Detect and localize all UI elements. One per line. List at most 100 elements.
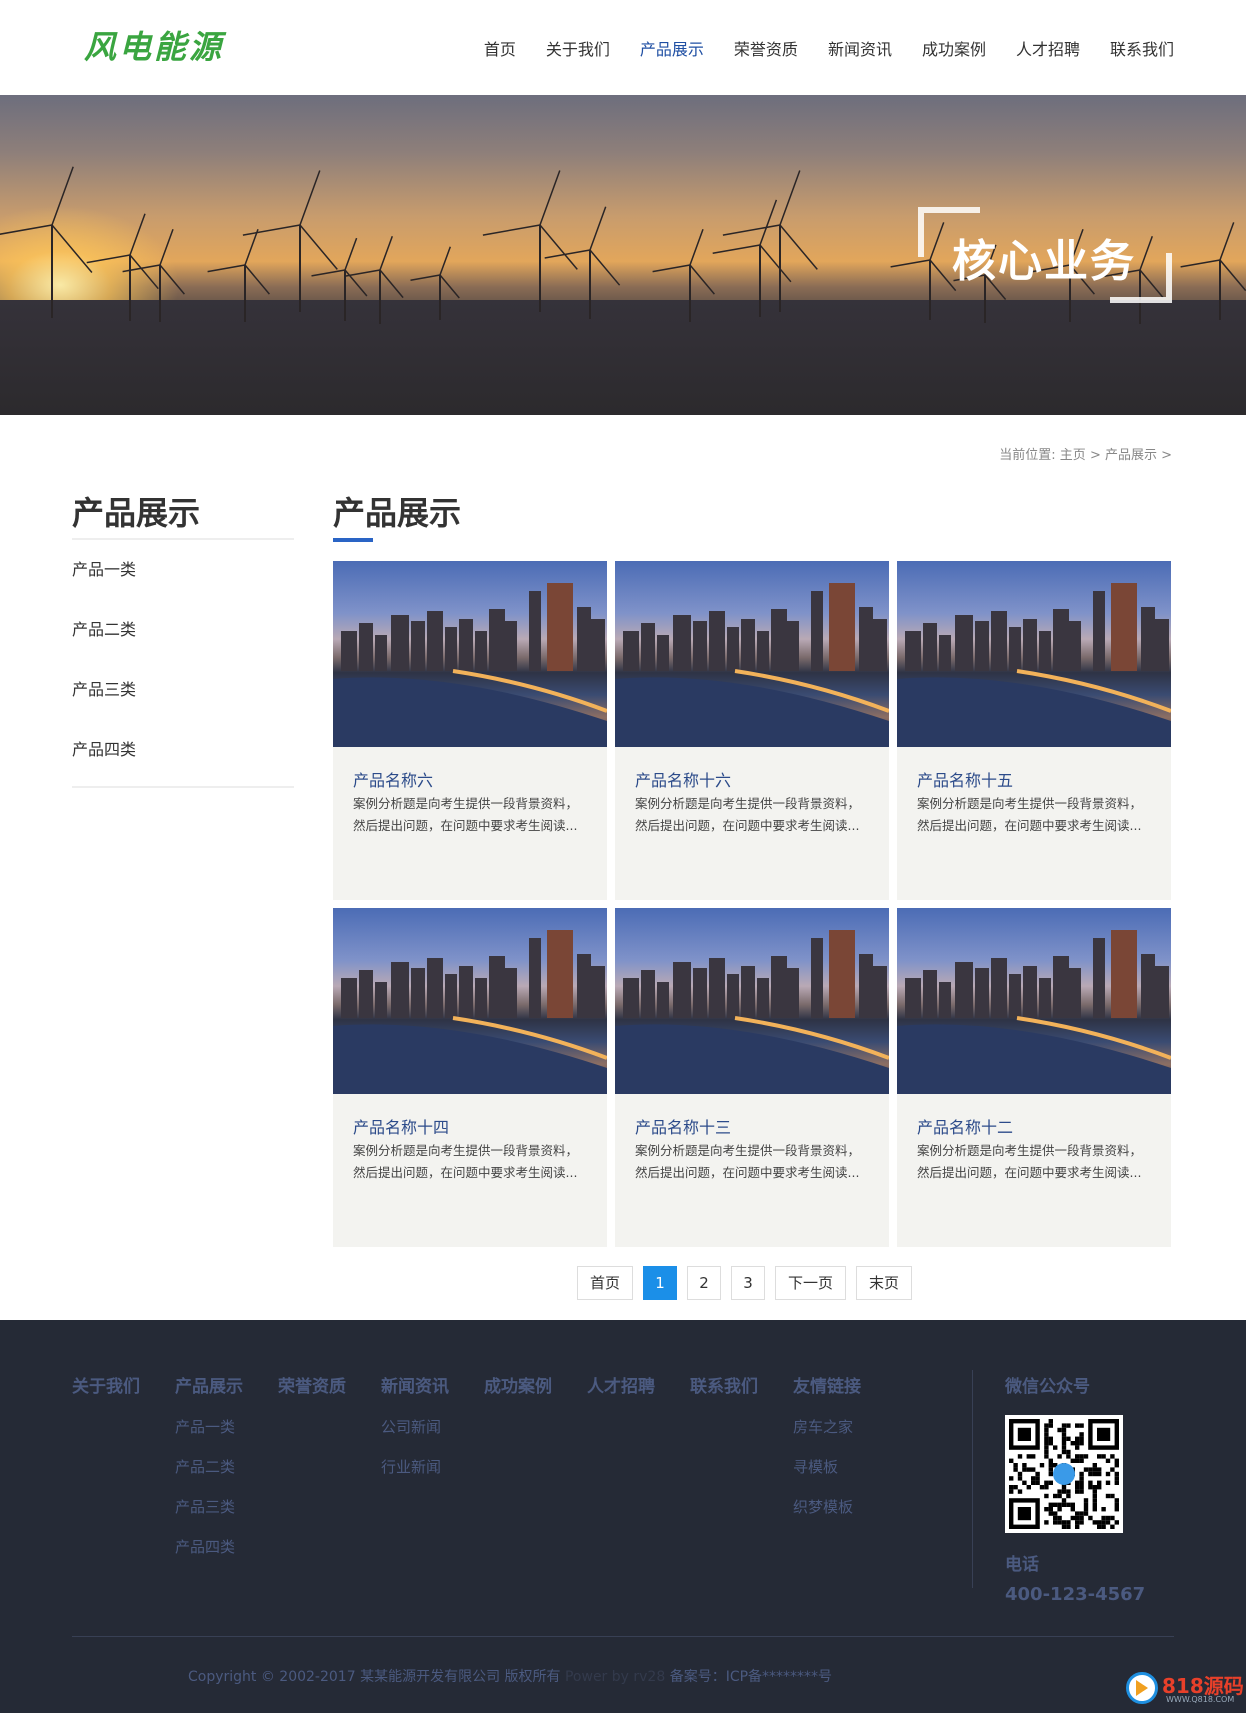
footer-heading[interactable]: 友情链接 <box>793 1372 861 1397</box>
product-card[interactable]: 产品名称十六 案例分析题是向考生提供一段背景资料， 然后提出问题，在问题中要求考生… <box>615 561 889 900</box>
page-title: 产品展示 <box>333 494 462 532</box>
footer-line <box>72 1636 1174 1637</box>
sidebar-item-cat1[interactable]: 产品一类 <box>72 540 294 600</box>
city-skyline-illustration <box>897 930 1171 1094</box>
page-next-button[interactable]: 下一页 <box>775 1266 847 1300</box>
product-photo[interactable] <box>897 908 1171 1094</box>
product-photo[interactable] <box>333 908 607 1094</box>
nav-home[interactable]: 首页 <box>484 36 516 60</box>
footer-col-products: 产品展示 产品一类 产品二类 产品三类 产品四类 <box>175 1372 243 1557</box>
nav-about[interactable]: 关于我们 <box>546 36 610 60</box>
product-name[interactable]: 产品名称十三 <box>635 1114 731 1138</box>
footer-heading[interactable]: 新闻资讯 <box>381 1372 449 1397</box>
product-photo[interactable] <box>333 561 607 747</box>
footer-link[interactable]: 房车之家 <box>793 1416 861 1437</box>
product-name[interactable]: 产品名称六 <box>353 767 433 791</box>
footer-col-news: 新闻资讯 公司新闻 行业新闻 <box>381 1372 449 1477</box>
product-name[interactable]: 产品名称十四 <box>353 1114 449 1138</box>
page-2-button[interactable]: 2 <box>687 1266 722 1300</box>
product-card[interactable]: 产品名称六 案例分析题是向考生提供一段背景资料， 然后提出问题，在问题中要求考生阅… <box>333 561 607 900</box>
site-header: 风电能源 首页 关于我们 产品展示 荣誉资质 新闻资讯 成功案例 人才招聘 联系… <box>0 0 1246 95</box>
footer-link[interactable]: 公司新闻 <box>381 1416 449 1437</box>
sidebar: 产品展示 产品一类 产品二类 产品三类 产品四类 <box>72 488 294 788</box>
page-first-button[interactable]: 首页 <box>577 1266 634 1300</box>
breadcrumb[interactable]: 当前位置: 主页 > 产品展示 > <box>999 444 1172 463</box>
footer-col-contact: 联系我们 <box>690 1372 758 1397</box>
page-3-button[interactable]: 3 <box>731 1266 766 1300</box>
nav-products[interactable]: 产品展示 <box>640 36 704 60</box>
nav-jobs[interactable]: 人才招聘 <box>1016 36 1080 60</box>
banner-title: 核心业务 <box>952 236 1136 287</box>
play-icon <box>1136 1680 1148 1696</box>
footer-heading[interactable]: 联系我们 <box>690 1372 758 1397</box>
city-skyline-illustration <box>615 583 889 747</box>
footer-link[interactable]: 产品四类 <box>175 1536 243 1557</box>
product-card[interactable]: 产品名称十四 案例分析题是向考生提供一段背景资料， 然后提出问题，在问题中要求考生… <box>333 908 607 1247</box>
footer-link[interactable]: 织梦模板 <box>793 1496 861 1517</box>
site-logo[interactable]: 风电能源 <box>84 22 224 68</box>
product-photo[interactable] <box>897 561 1171 747</box>
sidebar-title: 产品展示 <box>72 488 294 540</box>
product-card[interactable]: 产品名称十二 案例分析题是向考生提供一段背景资料， 然后提出问题，在问题中要求考生… <box>897 908 1171 1247</box>
sidebar-item-cat3[interactable]: 产品三类 <box>72 660 294 720</box>
sidebar-list: 产品一类 产品二类 产品三类 产品四类 <box>72 540 294 788</box>
footer-heading[interactable]: 产品展示 <box>175 1372 243 1397</box>
product-card[interactable]: 产品名称十三 案例分析题是向考生提供一段背景资料， 然后提出问题，在问题中要求考生… <box>615 908 889 1247</box>
footer-divider <box>972 1370 973 1588</box>
city-skyline-illustration <box>897 583 1171 747</box>
product-desc: 案例分析题是向考生提供一段背景资料， 然后提出问题，在问题中要求考生阅读... <box>353 1143 579 1180</box>
footer-col-about: 关于我们 <box>72 1372 140 1397</box>
footer-col-jobs: 人才招聘 <box>587 1372 655 1397</box>
page-1-button[interactable]: 1 <box>643 1266 678 1300</box>
nav-contact[interactable]: 联系我们 <box>1110 36 1174 60</box>
product-name[interactable]: 产品名称十二 <box>917 1114 1013 1138</box>
copyright-text: Copyright © 2002-2017 某某能源开发有限公司 版权所有 <box>188 1669 561 1685</box>
footer-link[interactable]: 行业新闻 <box>381 1456 449 1477</box>
icp-number[interactable]: 备案号：ICP备********号 <box>670 1669 832 1685</box>
banner-title-box: 核心业务 <box>918 207 1172 303</box>
product-card[interactable]: 产品名称十五 案例分析题是向考生提供一段背景资料， 然后提出问题，在问题中要求考生… <box>897 561 1171 900</box>
main-nav: 首页 关于我们 产品展示 荣誉资质 新闻资讯 成功案例 人才招聘 联系我们 <box>454 36 1174 60</box>
title-underline <box>333 538 373 542</box>
pagination: 首页 1 2 3 下一页 末页 <box>577 1266 922 1300</box>
product-desc: 案例分析题是向考生提供一段背景资料， 然后提出问题，在问题中要求考生阅读... <box>917 796 1143 833</box>
footer-col-honors: 荣誉资质 <box>278 1372 346 1397</box>
nav-news[interactable]: 新闻资讯 <box>828 36 892 60</box>
wechat-qr-code <box>1005 1415 1123 1533</box>
tel-label: 电话 <box>1005 1555 1039 1575</box>
footer-link[interactable]: 寻模板 <box>793 1456 861 1477</box>
powered-by-link[interactable]: Power by rv28 <box>565 1669 665 1685</box>
product-name[interactable]: 产品名称十六 <box>635 767 731 791</box>
wechat-title: 微信公众号 <box>1005 1377 1090 1397</box>
footer-link[interactable]: 产品三类 <box>175 1496 243 1517</box>
watermark-logo: 818源码 WWW.Q818.COM <box>1126 1668 1244 1708</box>
city-skyline-illustration <box>333 930 607 1094</box>
footer-heading[interactable]: 荣誉资质 <box>278 1372 346 1397</box>
city-skyline-illustration <box>615 930 889 1094</box>
nav-cases[interactable]: 成功案例 <box>922 36 986 60</box>
sidebar-item-cat2[interactable]: 产品二类 <box>72 600 294 660</box>
footer-col-cases: 成功案例 <box>484 1372 552 1397</box>
footer-heading[interactable]: 人才招聘 <box>587 1372 655 1397</box>
city-skyline-illustration <box>333 583 607 747</box>
product-desc: 案例分析题是向考生提供一段背景资料， 然后提出问题，在问题中要求考生阅读... <box>917 1143 1143 1180</box>
product-photo[interactable] <box>615 561 889 747</box>
footer-link[interactable]: 产品二类 <box>175 1456 243 1477</box>
watermark-sub: WWW.Q818.COM <box>1166 1695 1235 1704</box>
product-photo[interactable] <box>615 908 889 1094</box>
footer-link[interactable]: 产品一类 <box>175 1416 243 1437</box>
footer-heading[interactable]: 成功案例 <box>484 1372 552 1397</box>
copyright: Copyright © 2002-2017 某某能源开发有限公司 版权所有 Po… <box>188 1666 832 1686</box>
site-footer: 关于我们 产品展示 产品一类 产品二类 产品三类 产品四类 荣誉资质 新闻资讯 … <box>0 1320 1246 1713</box>
product-desc: 案例分析题是向考生提供一段背景资料， 然后提出问题，在问题中要求考生阅读... <box>635 1143 861 1180</box>
nav-honors[interactable]: 荣誉资质 <box>734 36 798 60</box>
qr-center-dot <box>1053 1463 1075 1485</box>
page-last-button[interactable]: 末页 <box>856 1266 913 1300</box>
sidebar-item-cat4[interactable]: 产品四类 <box>72 720 294 780</box>
product-name[interactable]: 产品名称十五 <box>917 767 1013 791</box>
product-desc: 案例分析题是向考生提供一段背景资料， 然后提出问题，在问题中要求考生阅读... <box>353 796 579 833</box>
footer-heading[interactable]: 关于我们 <box>72 1372 140 1397</box>
product-desc: 案例分析题是向考生提供一段背景资料， 然后提出问题，在问题中要求考生阅读... <box>635 796 861 833</box>
hero-banner: 核心业务 <box>0 95 1246 415</box>
tel-number: 400-123-4567 <box>1005 1584 1146 1605</box>
